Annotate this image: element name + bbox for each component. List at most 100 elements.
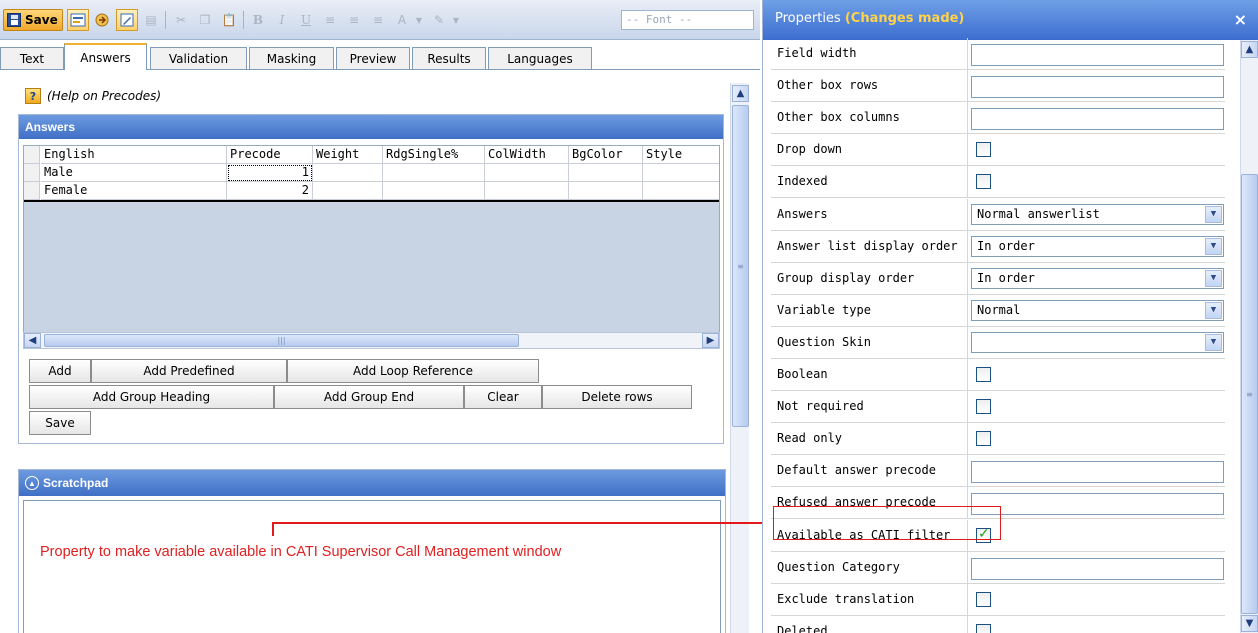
table-row[interactable]: Male 1: [24, 164, 719, 182]
chevron-down-icon[interactable]: ▼: [1205, 301, 1222, 319]
cell-colwidth[interactable]: [485, 182, 569, 200]
column-header-rdgsingle[interactable]: RdgSingle%: [383, 146, 485, 164]
column-header-bgcolor[interactable]: BgColor: [569, 146, 643, 164]
refused-answer-precode-field[interactable]: [971, 493, 1224, 516]
align-left-icon[interactable]: ≡: [319, 9, 341, 31]
scroll-left-icon[interactable]: ◀: [24, 333, 41, 348]
cell-weight[interactable]: [313, 164, 383, 182]
other-box-columns-field[interactable]: [971, 108, 1224, 131]
column-header-colwidth[interactable]: ColWidth: [485, 146, 569, 164]
read-only-checkbox[interactable]: [976, 431, 991, 447]
not-required-checkbox[interactable]: [976, 399, 991, 415]
scrollbar-thumb[interactable]: ≡: [1241, 174, 1258, 614]
other-box-rows-field[interactable]: [971, 76, 1224, 99]
font-color-icon[interactable]: A: [391, 9, 413, 31]
close-icon[interactable]: ×: [1234, 10, 1247, 29]
cell-english[interactable]: Male: [41, 164, 227, 182]
chevron-down-icon[interactable]: ▼: [1205, 333, 1222, 351]
answers-select[interactable]: Normal answerlist ▼: [971, 203, 1224, 225]
delete-rows-button[interactable]: Delete rows: [542, 385, 692, 409]
column-header-style[interactable]: Style: [643, 146, 719, 164]
align-right-icon[interactable]: ≡: [367, 9, 389, 31]
scroll-up-icon[interactable]: ▲: [732, 85, 749, 102]
add-group-end-button[interactable]: Add Group End: [274, 385, 464, 409]
underline-icon[interactable]: U: [295, 9, 317, 31]
highlight-color-icon[interactable]: ✎: [428, 9, 450, 31]
editor-toolbar: Save ▤ ✂ ❐ 📋 B I U ≡ ≡ ≡ A ▼ ✎ ▼ -- Font…: [0, 0, 760, 40]
copy-icon[interactable]: ❐: [194, 9, 216, 31]
chevron-down-icon[interactable]: ▼: [1205, 237, 1222, 255]
italic-icon[interactable]: I: [271, 9, 293, 31]
group-display-order-select[interactable]: In order ▼: [971, 267, 1224, 289]
add-predefined-button[interactable]: Add Predefined: [91, 359, 287, 383]
main-vertical-scrollbar[interactable]: ▲ ≡: [730, 83, 749, 633]
font-color-dropdown-icon[interactable]: ▼: [414, 9, 424, 31]
document-icon[interactable]: ▤: [140, 9, 162, 31]
answer-list-display-order-select[interactable]: In order ▼: [971, 235, 1224, 257]
tab-masking[interactable]: Masking: [249, 47, 334, 69]
exclude-translation-checkbox[interactable]: [976, 591, 991, 607]
column-header-precode[interactable]: Precode: [227, 146, 313, 164]
table-row[interactable]: Female 2: [24, 182, 719, 200]
routing-icon[interactable]: [91, 9, 113, 31]
tab-languages[interactable]: Languages: [488, 47, 592, 69]
question-properties-icon[interactable]: [67, 9, 89, 31]
tab-text[interactable]: Text: [0, 47, 64, 69]
cut-icon[interactable]: ✂: [170, 9, 192, 31]
cell-precode[interactable]: 1: [227, 164, 313, 182]
tab-preview[interactable]: Preview: [336, 47, 410, 69]
add-loop-reference-button[interactable]: Add Loop Reference: [287, 359, 539, 383]
cell-rdgsingle[interactable]: [383, 182, 485, 200]
cell-weight[interactable]: [313, 182, 383, 200]
chevron-down-icon[interactable]: ▼: [1205, 269, 1222, 287]
question-skin-select[interactable]: ▼: [971, 331, 1224, 353]
edit-question-icon[interactable]: [116, 9, 138, 31]
field-width-field[interactable]: [971, 44, 1224, 66]
chevron-down-icon[interactable]: ▼: [1205, 205, 1222, 223]
scroll-right-icon[interactable]: ▶: [702, 333, 719, 348]
cell-style[interactable]: [643, 164, 719, 182]
cell-precode[interactable]: 2: [227, 182, 313, 200]
variable-type-select[interactable]: Normal ▼: [971, 299, 1224, 321]
deleted-checkbox[interactable]: [976, 623, 991, 633]
scroll-down-icon[interactable]: ▼: [1241, 615, 1258, 632]
collapse-icon[interactable]: ▲: [25, 476, 39, 490]
clear-button[interactable]: Clear: [464, 385, 542, 409]
align-center-icon[interactable]: ≡: [343, 9, 365, 31]
default-answer-precode-field[interactable]: [971, 461, 1224, 484]
help-on-precodes-link[interactable]: ? (Help on Precodes): [25, 88, 161, 104]
question-category-field[interactable]: [971, 557, 1224, 580]
add-button[interactable]: Add: [29, 359, 91, 383]
column-header-weight[interactable]: Weight: [313, 146, 383, 164]
scrollbar-thumb[interactable]: ≡: [732, 105, 749, 427]
font-select[interactable]: -- Font --: [621, 10, 754, 30]
cell-bgcolor[interactable]: [569, 164, 643, 182]
bold-icon[interactable]: B: [247, 9, 269, 31]
scratchpad-header[interactable]: ▲ Scratchpad: [19, 470, 725, 496]
indexed-checkbox[interactable]: [976, 174, 991, 190]
cell-bgcolor[interactable]: [569, 182, 643, 200]
grid-horizontal-scrollbar[interactable]: ◀ ||| ▶: [23, 332, 720, 349]
save-button[interactable]: Save: [3, 9, 63, 31]
scratchpad-textarea[interactable]: [23, 500, 721, 633]
highlight-dropdown-icon[interactable]: ▼: [451, 9, 461, 31]
tab-label: Results: [427, 51, 471, 66]
boolean-checkbox[interactable]: [976, 367, 991, 382]
cell-style[interactable]: [643, 182, 719, 200]
column-header-english[interactable]: English: [41, 146, 227, 164]
grid-save-button[interactable]: Save: [29, 411, 91, 435]
scrollbar-thumb[interactable]: |||: [44, 334, 519, 347]
cell-english[interactable]: Female: [41, 182, 227, 200]
cell-rdgsingle[interactable]: [383, 164, 485, 182]
tab-results[interactable]: Results: [412, 47, 486, 69]
properties-vertical-scrollbar[interactable]: ▲ ≡ ▼: [1240, 40, 1258, 633]
select-value: Normal: [977, 302, 1021, 317]
tab-validation[interactable]: Validation: [150, 47, 247, 69]
drop-down-checkbox[interactable]: [976, 142, 991, 158]
add-group-heading-button[interactable]: Add Group Heading: [29, 385, 274, 409]
tab-answers[interactable]: Answers: [64, 43, 147, 70]
paste-icon[interactable]: 📋: [218, 9, 240, 31]
scroll-up-icon[interactable]: ▲: [1241, 41, 1258, 58]
cell-colwidth[interactable]: [485, 164, 569, 182]
property-row-not-required: Not required: [771, 391, 1225, 424]
